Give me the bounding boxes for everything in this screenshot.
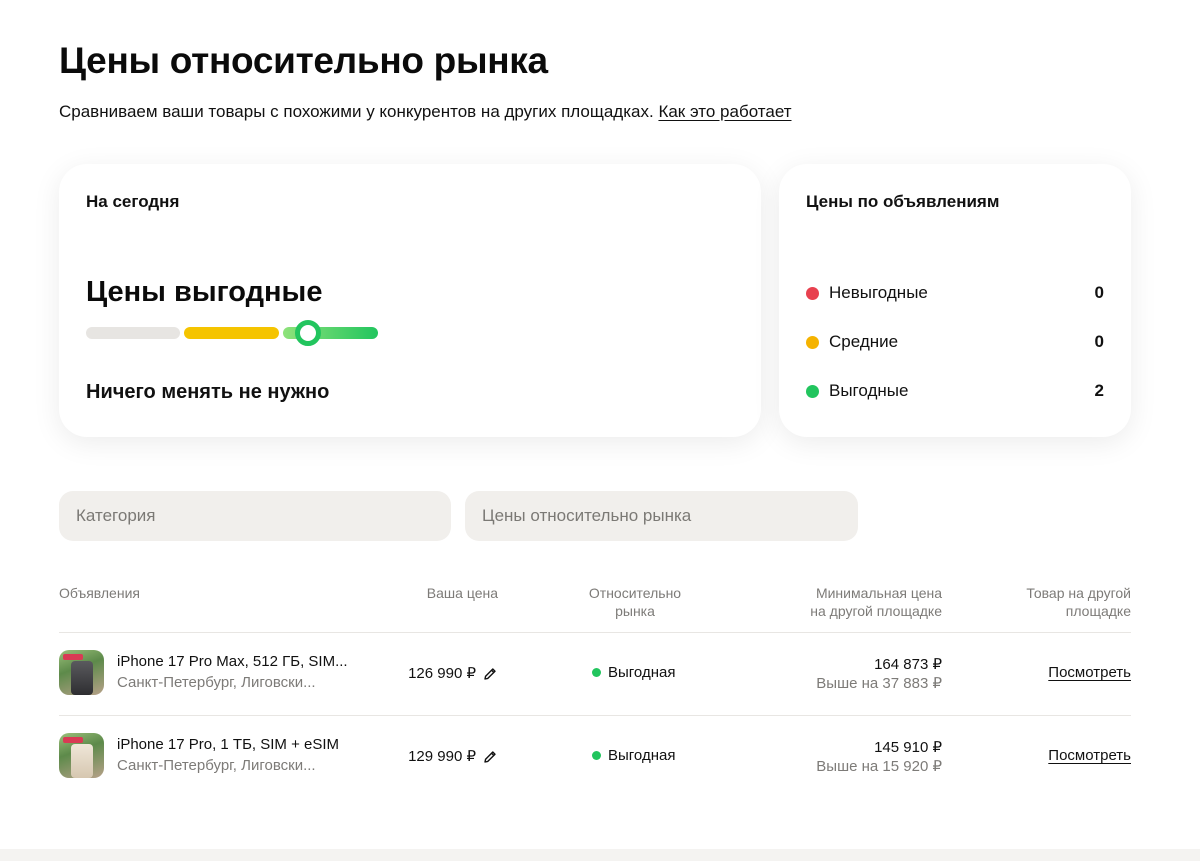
scale-indicator [295, 320, 321, 346]
legend-row-unfavorable: Невыгодные 0 [806, 282, 1104, 304]
ads-prices-card: Цены по объявлениям Невыгодные 0 Средние… [779, 164, 1131, 437]
edit-pencil-icon[interactable] [482, 749, 498, 765]
header-line: Относительно [588, 585, 682, 601]
legend-count: 0 [1094, 283, 1104, 302]
ads-card-label: Цены по объявлениям [806, 192, 1000, 211]
price-status-title: Цены выгодные [86, 276, 323, 308]
page-title: Цены относительно рынка [59, 40, 548, 81]
legend-label: Невыгодные [829, 283, 928, 302]
header-line: рынка [615, 603, 655, 619]
today-card-label: На сегодня [86, 192, 180, 211]
item-location: Санкт-Петербург, Лиговски... [117, 674, 316, 691]
market-price-filter[interactable]: Цены относительно рынка [465, 491, 858, 541]
column-header-other-marketplace: Товар на другой площадке [1026, 584, 1131, 620]
header-line: Товар на другой [1026, 585, 1131, 601]
relative-status: Выгодная [592, 747, 675, 764]
subtitle-text: Сравниваем ваши товары с похожими у конк… [59, 102, 654, 121]
min-price-diff: Выше на 37 883 ₽ [816, 675, 942, 692]
min-price: 145 910 ₽ [874, 739, 942, 756]
column-header-relative: Относительно рынка [572, 584, 698, 620]
legend-row-average: Средние 0 [806, 331, 1104, 353]
legend-row-favorable: Выгодные 2 [806, 380, 1104, 402]
green-dot-icon [592, 668, 601, 677]
yellow-dot-icon [806, 335, 819, 349]
page-subtitle: Сравниваем ваши товары с похожими у конк… [59, 102, 792, 122]
product-thumbnail[interactable] [59, 650, 104, 695]
item-title[interactable]: iPhone 17 Pro, 1 ТБ, SIM + eSIM [117, 736, 339, 753]
red-dot-icon [806, 286, 819, 300]
legend-label: Средние [829, 332, 899, 351]
scale-segment-average [184, 327, 279, 339]
header-line: площадке [1065, 603, 1131, 619]
today-card: На сегодня Цены выгодные Ничего менять н… [59, 164, 761, 437]
table-row[interactable]: iPhone 17 Pro Max, 512 ГБ, SIM... Санкт-… [59, 633, 1131, 715]
phone-image [71, 661, 93, 695]
header-line: на другой площадке [810, 603, 942, 619]
legend-count: 2 [1094, 381, 1104, 400]
thumbnail-tag [63, 737, 83, 743]
price-status-hint: Ничего менять не нужно [86, 381, 330, 403]
column-header-min-price: Минимальная цена на другой площадке [810, 584, 942, 620]
min-price: 164 873 ₽ [874, 656, 942, 673]
legend-count: 0 [1094, 332, 1104, 351]
category-filter[interactable]: Категория [59, 491, 451, 541]
relative-status: Выгодная [592, 664, 675, 681]
relative-status-label: Выгодная [608, 664, 676, 681]
item-location: Санкт-Петербург, Лиговски... [117, 757, 316, 774]
item-title[interactable]: iPhone 17 Pro Max, 512 ГБ, SIM... [117, 653, 348, 670]
green-dot-icon [592, 751, 601, 760]
column-header-ads: Объявления [59, 585, 140, 601]
price-level-scale [86, 320, 386, 346]
view-link[interactable]: Посмотреть [1048, 747, 1131, 764]
product-thumbnail[interactable] [59, 733, 104, 778]
scale-segment-unfavorable [86, 327, 180, 339]
edit-pencil-icon[interactable] [482, 666, 498, 682]
your-price: 129 990 ₽ [408, 748, 476, 765]
green-dot-icon [806, 384, 819, 398]
legend-label: Выгодные [829, 381, 909, 400]
header-line: Минимальная цена [815, 585, 942, 601]
column-header-price: Ваша цена [426, 585, 498, 601]
phone-image [71, 744, 93, 778]
table-row[interactable]: iPhone 17 Pro, 1 ТБ, SIM + eSIM Санкт-Пе… [59, 716, 1131, 798]
min-price-diff: Выше на 15 920 ₽ [816, 758, 942, 775]
thumbnail-tag [63, 654, 83, 660]
your-price: 126 990 ₽ [408, 665, 476, 682]
how-it-works-link[interactable]: Как это работает [658, 102, 791, 121]
relative-status-label: Выгодная [608, 747, 676, 764]
page-footer-strip [0, 849, 1200, 861]
view-link[interactable]: Посмотреть [1048, 664, 1131, 681]
